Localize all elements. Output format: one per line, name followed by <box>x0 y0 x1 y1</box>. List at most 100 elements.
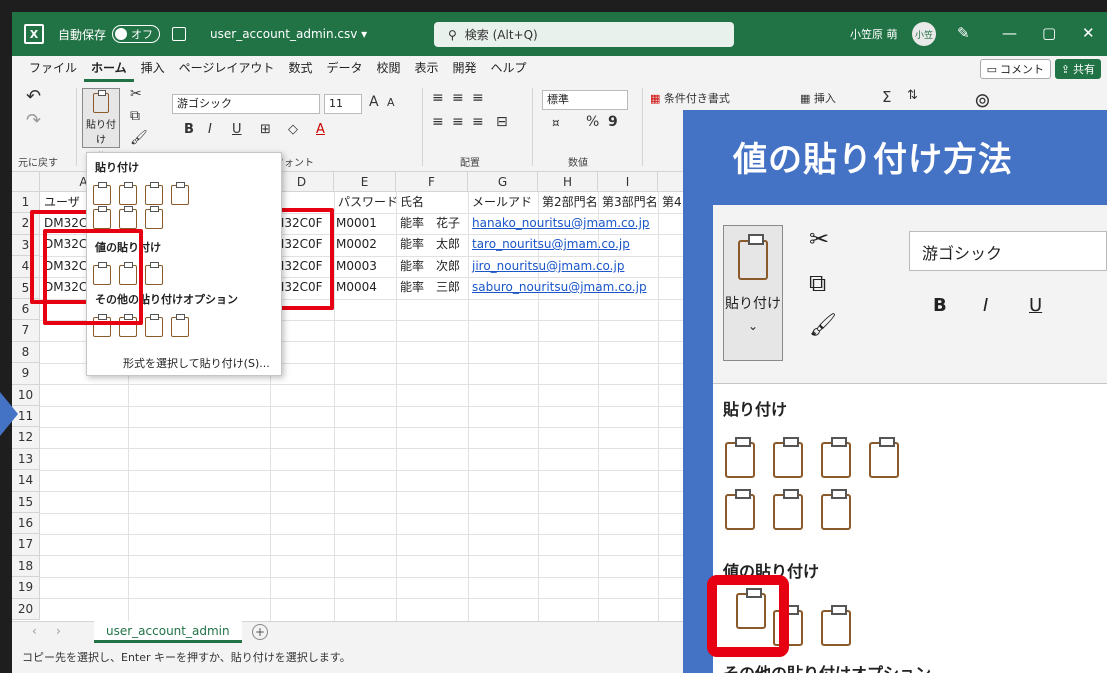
format-painter-icon[interactable]: 🖌 <box>130 130 148 146</box>
paste-no-borders-icon[interactable] <box>93 206 111 229</box>
font-name-select[interactable]: 游ゴシック <box>172 94 320 114</box>
row-header[interactable]: 18 <box>12 555 40 578</box>
paste-linked-picture-icon[interactable] <box>171 314 189 337</box>
cell-g5[interactable]: saburo_nouritsu@jmam.co.jp <box>470 277 690 298</box>
paste-button[interactable]: 貼り付け ⌄ <box>82 88 120 157</box>
cell-h1[interactable]: 第2部門名 <box>540 192 598 213</box>
align-center-icon[interactable]: ≡ <box>452 114 464 130</box>
cell-e2[interactable]: M0001 <box>334 213 396 234</box>
column-header-e[interactable]: E <box>334 172 396 192</box>
font-color-icon[interactable]: A <box>316 122 325 137</box>
cell-e1[interactable]: パスワード <box>336 192 396 213</box>
cell-e4[interactable]: M0003 <box>334 256 396 277</box>
font-size-select[interactable]: 11 <box>324 94 362 114</box>
cell-f3[interactable]: 能率 太郎 <box>398 234 468 255</box>
paste-picture-icon[interactable] <box>145 314 163 337</box>
add-sheet-button[interactable]: + <box>252 624 268 640</box>
row-header[interactable]: 13 <box>12 448 40 471</box>
tab-help[interactable]: ヘルプ <box>484 59 534 82</box>
align-bottom-icon[interactable]: ≡ <box>472 90 484 106</box>
redo-icon[interactable]: ↷ <box>26 110 41 131</box>
tab-data[interactable]: データ <box>319 59 369 82</box>
tab-view[interactable]: 表示 <box>407 59 445 82</box>
tab-home[interactable]: ホーム <box>84 59 134 82</box>
bold-button[interactable]: B <box>184 122 194 137</box>
cut-icon[interactable]: ✂ <box>130 86 142 102</box>
cell-e5[interactable]: M0004 <box>334 277 396 298</box>
autosave-toggle[interactable]: オフ <box>112 25 161 43</box>
paste-formulas-number-format-icon[interactable] <box>145 182 163 205</box>
tab-page-layout[interactable]: ページレイアウト <box>172 59 282 82</box>
column-header-i[interactable]: I <box>598 172 658 192</box>
italic-button[interactable]: I <box>208 122 212 137</box>
column-header-h[interactable]: H <box>538 172 598 192</box>
paste-values-source-format-icon[interactable] <box>145 262 163 285</box>
file-name[interactable]: user_account_admin.csv ▾ <box>210 27 367 41</box>
paste-formulas-icon[interactable] <box>119 182 137 205</box>
paste-special-link[interactable]: 形式を選択して貼り付け(S)... <box>123 355 270 371</box>
close-button[interactable]: ✕ <box>1082 24 1095 42</box>
restore-button[interactable]: ▢ <box>1042 24 1056 42</box>
paste-icon[interactable] <box>93 182 111 205</box>
number-format-select[interactable]: 標準 <box>542 90 628 110</box>
cell-i1[interactable]: 第3部門名 <box>600 192 658 213</box>
conditional-format-button[interactable]: ▦ 条件付き書式 <box>650 90 730 106</box>
row-header[interactable]: 20 <box>12 598 40 620</box>
tab-file[interactable]: ファイル <box>22 59 84 82</box>
analyze-icon[interactable]: ⊚ <box>974 88 991 112</box>
row-header[interactable]: 14 <box>12 470 40 492</box>
fill-color-icon[interactable]: ◇ <box>288 122 298 137</box>
copy-icon[interactable]: ⧉ <box>130 108 140 124</box>
tab-developer[interactable]: 開発 <box>446 59 484 82</box>
column-header-f[interactable]: F <box>396 172 468 192</box>
cell-g3[interactable]: taro_nouritsu@jmam.co.jp <box>470 234 690 255</box>
border-icon[interactable]: ⊞ <box>260 122 271 137</box>
row-header[interactable]: 19 <box>12 577 40 599</box>
align-left-icon[interactable]: ≡ <box>432 114 444 130</box>
column-header-g[interactable]: G <box>468 172 538 192</box>
prev-sheet-icon[interactable]: ‹ <box>32 624 37 638</box>
paste-keep-source-format-icon[interactable] <box>171 182 189 205</box>
row-header[interactable]: 17 <box>12 534 40 556</box>
cell-f5[interactable]: 能率 三郎 <box>398 277 468 298</box>
insert-button[interactable]: ▦ 挿入 <box>800 90 836 106</box>
comment-button[interactable]: ▭ コメント <box>979 59 1051 79</box>
align-middle-icon[interactable]: ≡ <box>452 90 464 106</box>
percent-button[interactable]: % <box>586 114 599 130</box>
row-header[interactable]: 8 <box>12 341 40 364</box>
tab-insert[interactable]: 挿入 <box>134 59 172 82</box>
row-header[interactable]: 15 <box>12 491 40 513</box>
font-increase-button[interactable]: A <box>369 94 379 110</box>
cell-e3[interactable]: M0002 <box>334 234 396 255</box>
tab-review[interactable]: 校閲 <box>369 59 407 82</box>
row-header[interactable]: 7 <box>12 320 40 342</box>
cell-g1[interactable]: メールアド <box>470 192 538 213</box>
row-header[interactable]: 9 <box>12 363 40 385</box>
share-button[interactable]: ⇪ 共有 <box>1054 59 1101 79</box>
paste-transpose-icon[interactable] <box>145 206 163 229</box>
cell-f2[interactable]: 能率 花子 <box>398 213 468 234</box>
tab-formulas[interactable]: 数式 <box>281 59 319 82</box>
cell-g4[interactable]: jiro_nouritsu@jmam.co.jp <box>470 256 690 277</box>
avatar[interactable]: 小笠 <box>912 22 936 46</box>
font-decrease-button[interactable]: A <box>387 96 395 109</box>
search-box[interactable]: ⚲ 検索 (Alt+Q) <box>434 22 734 47</box>
merge-icon[interactable]: ⊟ <box>496 114 508 130</box>
comma-button[interactable]: 9 <box>608 114 618 130</box>
cell-f4[interactable]: 能率 次郎 <box>398 256 468 277</box>
underline-button[interactable]: U <box>232 122 242 137</box>
align-top-icon[interactable]: ≡ <box>432 90 444 106</box>
minimize-button[interactable]: — <box>1002 24 1017 42</box>
cell-g2[interactable]: hanako_nouritsu@jmam.co.jp <box>470 213 690 234</box>
row-header[interactable]: 16 <box>12 513 40 535</box>
currency-icon[interactable]: ¤ <box>552 116 560 130</box>
sheet-tab-active[interactable]: user_account_admin <box>94 621 242 643</box>
save-icon[interactable] <box>172 27 187 41</box>
autosum-icon[interactable]: Σ <box>882 88 891 106</box>
select-all[interactable] <box>12 172 40 192</box>
next-sheet-icon[interactable]: › <box>56 624 61 638</box>
paste-keep-column-width-icon[interactable] <box>119 206 137 229</box>
align-right-icon[interactable]: ≡ <box>472 114 484 130</box>
sort-filter-icon[interactable]: ⇅ <box>907 88 918 103</box>
undo-icon[interactable]: ↶ <box>26 86 41 107</box>
